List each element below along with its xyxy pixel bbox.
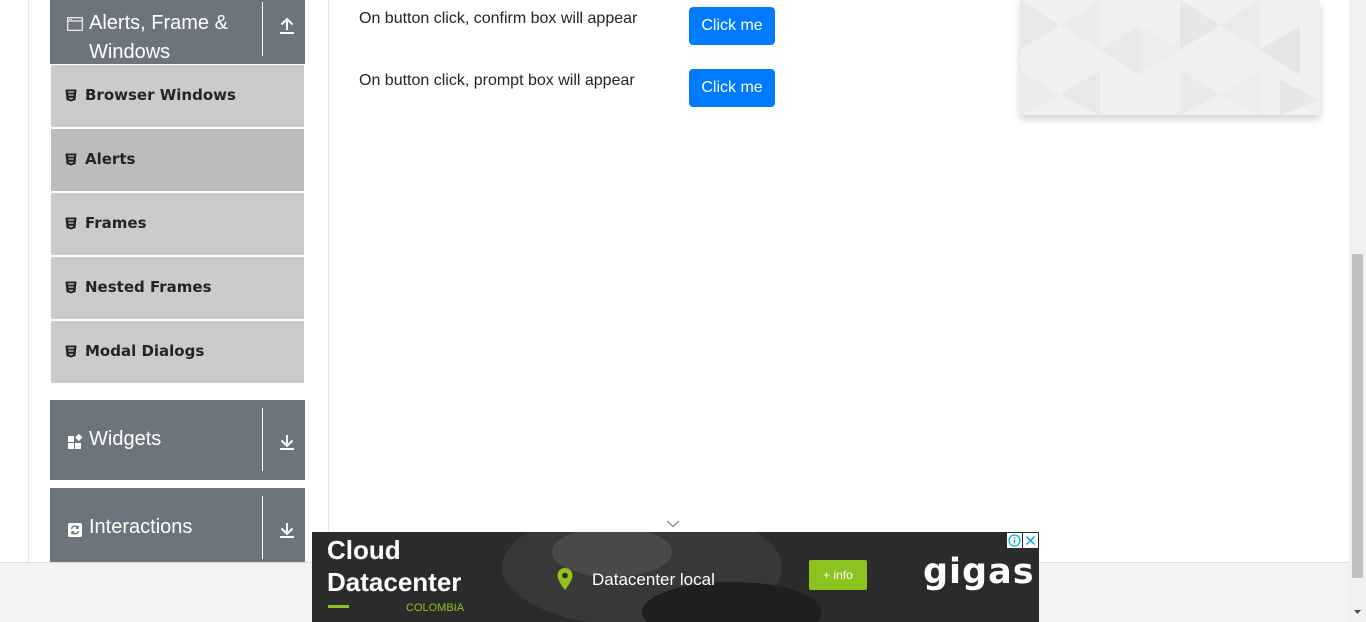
menu-item-browser-windows[interactable]: Browser Windows <box>51 65 304 127</box>
page: Alerts, Frame & Windows Browser Windows … <box>0 0 1366 622</box>
adchoices-icon[interactable] <box>1007 533 1022 548</box>
menu-item-label: Frames <box>85 214 147 232</box>
scroll-down-arrow-icon[interactable] <box>1352 606 1363 617</box>
arrow-down-icon[interactable] <box>275 518 299 542</box>
confirm-button[interactable]: Click me <box>689 7 775 45</box>
prompt-button[interactable]: Click me <box>689 69 775 107</box>
side-banner <box>1020 0 1320 115</box>
html5-icon <box>65 89 77 102</box>
ad-info-button[interactable]: + info <box>809 560 867 590</box>
html5-icon <box>65 345 77 358</box>
triangle-pattern-image <box>1020 0 1320 115</box>
menu-item-alerts[interactable]: Alerts <box>51 129 304 191</box>
left-divider <box>28 0 29 562</box>
prompt-box-description: On button click, prompt box will appear <box>359 72 635 89</box>
group-header-interactions[interactable]: Interactions <box>50 488 305 562</box>
chevron-down-icon[interactable] <box>666 520 680 528</box>
group-header-alerts-frame-windows[interactable]: Alerts, Frame & Windows <box>50 0 305 64</box>
html5-icon <box>65 217 77 230</box>
content-divider <box>328 0 329 562</box>
confirm-box-description: On button click, confirm box will appear <box>359 10 638 27</box>
group-title: Interactions <box>89 516 193 538</box>
widgets-icon <box>68 434 83 449</box>
ad-headline-line2: Datacenter <box>327 567 462 597</box>
group-title-line2: Windows <box>89 41 171 63</box>
group-divider <box>262 496 263 559</box>
group-divider <box>262 408 263 471</box>
ad-accent-underline <box>328 605 349 608</box>
ad-banner[interactable]: Cloud Datacenter COLOMBIA Datacenter loc… <box>312 532 1039 622</box>
menu-item-label: Browser Windows <box>85 86 236 104</box>
group-header-widgets[interactable]: Widgets <box>50 400 305 480</box>
ad-location-text: Datacenter local <box>592 570 715 589</box>
html5-icon <box>65 281 77 294</box>
menu-item-modal-dialogs[interactable]: Modal Dialogs <box>51 321 304 383</box>
html5-icon <box>65 153 77 166</box>
interactions-icon <box>68 523 82 537</box>
arrow-up-icon[interactable] <box>275 14 299 38</box>
menu-item-label: Nested Frames <box>85 278 212 296</box>
group-title: Widgets <box>89 428 162 450</box>
scrollbar-thumb[interactable] <box>1352 254 1363 578</box>
ad-headline-line1: Cloud <box>327 535 401 565</box>
menu-item-nested-frames[interactable]: Nested Frames <box>51 257 304 319</box>
ad-country: COLOMBIA <box>406 602 465 614</box>
ad-brand-logo: gigas <box>923 552 1035 592</box>
arrow-down-icon[interactable] <box>275 430 299 454</box>
menu-item-frames[interactable]: Frames <box>51 193 304 255</box>
window-icon <box>67 17 83 31</box>
menu-item-label: Alerts <box>85 150 136 168</box>
menu-item-label: Modal Dialogs <box>85 342 205 360</box>
group-divider <box>262 2 263 56</box>
group-title-line1: Alerts, Frame & <box>89 12 228 34</box>
location-pin-icon <box>557 568 573 590</box>
ad-close-icon[interactable] <box>1023 533 1038 548</box>
